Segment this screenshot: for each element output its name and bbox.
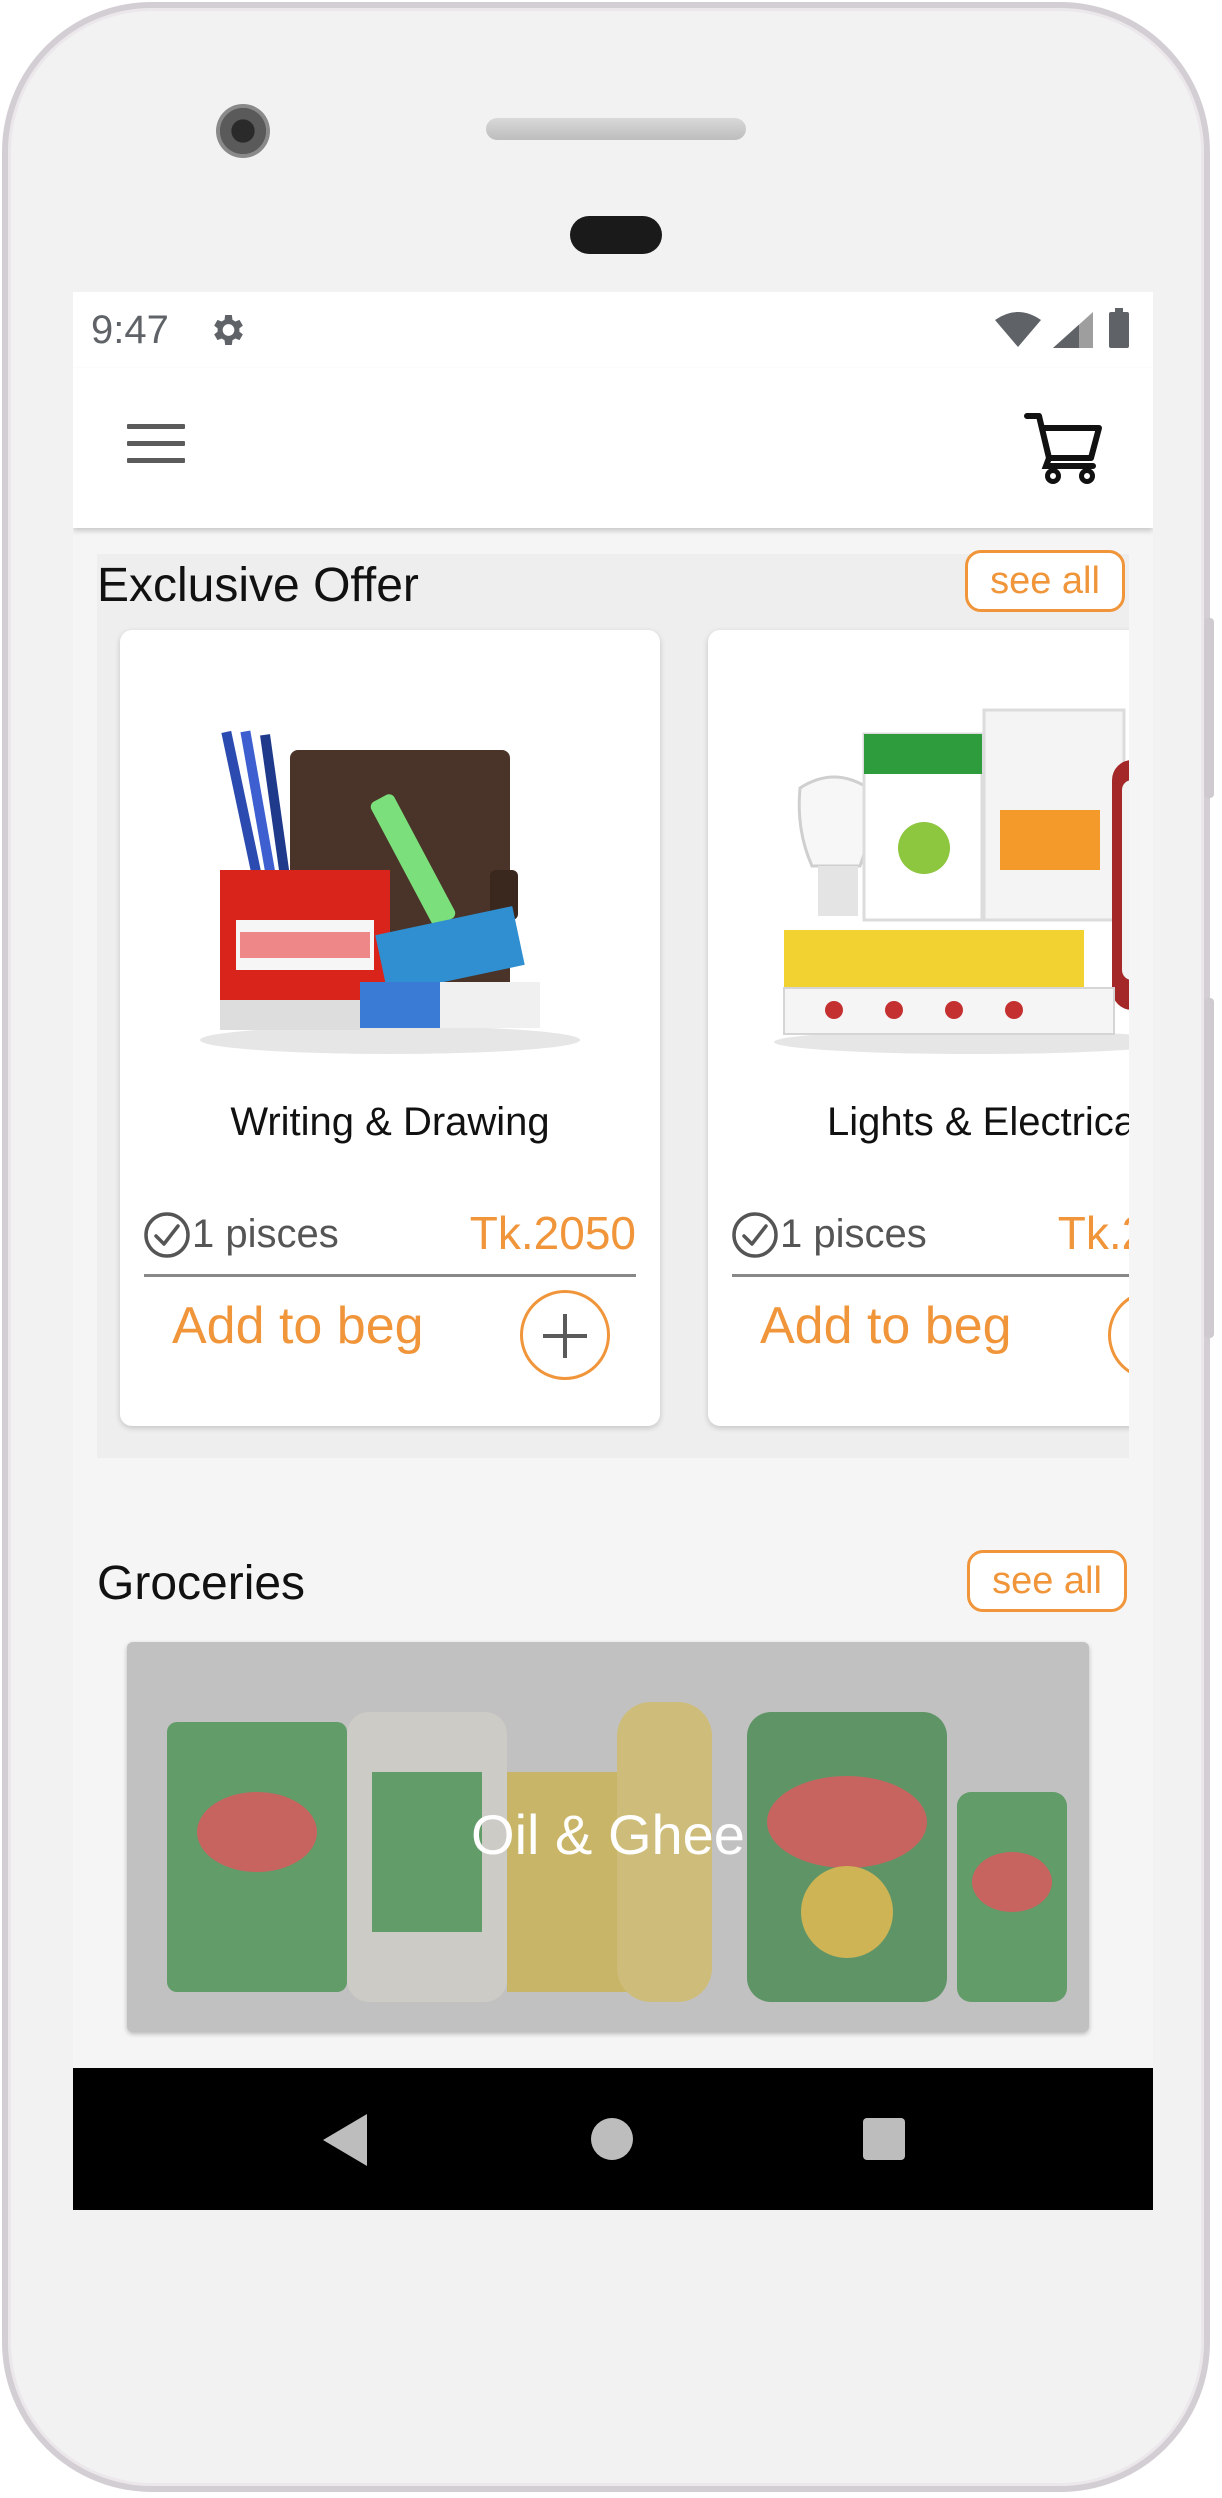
- recent-apps-square-icon[interactable]: [863, 2118, 905, 2160]
- phone-side-button: [1204, 998, 1214, 1338]
- add-to-bag-button[interactable]: Add to beg: [172, 1296, 424, 1356]
- cell-signal-icon: [1053, 312, 1093, 348]
- offer-right-edge-mask: [1129, 554, 1153, 1458]
- settings-gear-icon: [214, 315, 243, 345]
- product-price: Tk.2050: [469, 1207, 636, 1259]
- android-navigation-bar: [73, 2068, 1153, 2210]
- product-quantity: 1 pisces: [780, 1212, 927, 1256]
- section-title-exclusive-offer: Exclusive Offer: [97, 559, 419, 612]
- earpiece: [570, 216, 662, 254]
- status-bar: 9:47: [73, 292, 1153, 368]
- app-screen: 9:47 Exclusive Offer see all Writing & D…: [73, 292, 1153, 2210]
- see-all-exclusive-button[interactable]: see all: [965, 550, 1125, 612]
- product-name: Writing & Drawing: [230, 1100, 550, 1144]
- status-time: 9:47: [91, 308, 169, 352]
- phone-frame: 9:47 Exclusive Offer see all Writing & D…: [2, 2, 1214, 2492]
- phone-side-button: [1204, 618, 1214, 798]
- home-circle-icon[interactable]: [591, 2118, 633, 2160]
- battery-icon: [1109, 308, 1129, 348]
- product-image-electrical: [774, 708, 1153, 1054]
- hamburger-menu-icon[interactable]: [127, 424, 185, 466]
- check-circle-icon: [144, 1212, 190, 1258]
- add-to-bag-button[interactable]: Add to beg: [760, 1296, 1012, 1356]
- check-circle-icon: [732, 1212, 778, 1258]
- app-toolbar: [73, 368, 1153, 528]
- category-banner-oil-ghee[interactable]: Oil & Ghee: [127, 1642, 1089, 2032]
- product-image-stationery: [200, 730, 580, 1054]
- product-card[interactable]: Writing & Drawing 1 pisces Tk.2050 Add t…: [120, 630, 660, 1426]
- back-triangle-icon[interactable]: [323, 2114, 369, 2166]
- product-card[interactable]: Lights & Electrical 1 pisces Tk.2050 Add…: [708, 630, 1153, 1426]
- shopping-cart-icon[interactable]: [1023, 408, 1103, 484]
- banner-label: Oil & Ghee: [471, 1803, 745, 1866]
- card-divider: [732, 1274, 1153, 1277]
- card-divider: [144, 1274, 636, 1277]
- speaker-grille: [486, 118, 746, 140]
- product-quantity: 1 pisces: [192, 1212, 339, 1256]
- section-title-groceries: Groceries: [97, 1557, 306, 1610]
- plus-icon[interactable]: [520, 1290, 610, 1380]
- product-name: Lights & Electrical: [827, 1100, 1145, 1144]
- see-all-groceries-button[interactable]: see all: [967, 1550, 1127, 1612]
- front-camera: [216, 104, 270, 158]
- wifi-icon: [995, 312, 1041, 347]
